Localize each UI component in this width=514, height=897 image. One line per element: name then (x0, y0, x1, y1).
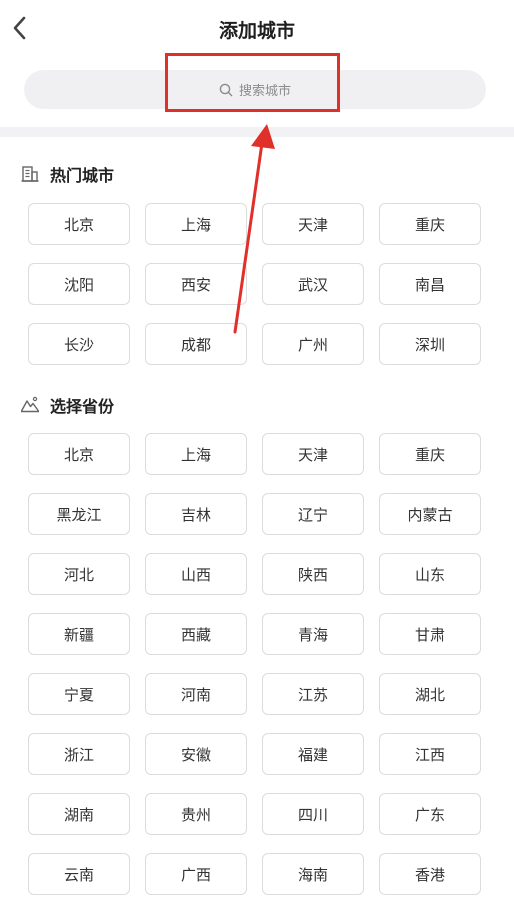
hot-city-chip[interactable]: 沈阳 (28, 263, 130, 305)
page-title: 添加城市 (218, 20, 295, 42)
building-icon (21, 166, 39, 182)
province-chip[interactable]: 湖北 (379, 673, 481, 715)
province-chip[interactable]: 山东 (379, 553, 481, 595)
province-chip[interactable]: 黑龙江 (28, 493, 130, 535)
hot-city-chip[interactable]: 上海 (145, 203, 247, 245)
province-chip[interactable]: 山西 (145, 553, 247, 595)
province-chip[interactable]: 宁夏 (28, 673, 130, 715)
province-chip[interactable]: 上海 (145, 433, 247, 475)
province-chip[interactable]: 福建 (262, 733, 364, 775)
hot-city-chip[interactable]: 深圳 (379, 323, 481, 365)
province-chip[interactable]: 广西 (145, 853, 247, 895)
hot-city-chip[interactable]: 广州 (262, 323, 364, 365)
province-chip[interactable]: 内蒙古 (379, 493, 481, 535)
province-chip[interactable]: 广东 (379, 793, 481, 835)
province-chip[interactable]: 吉林 (145, 493, 247, 535)
provinces-title: 选择省份 (50, 397, 115, 416)
hot-city-chip[interactable]: 西安 (145, 263, 247, 305)
provinces-header: 选择省份 (20, 393, 114, 417)
hot-city-chip[interactable]: 武汉 (262, 263, 364, 305)
province-chip[interactable]: 西藏 (145, 613, 247, 655)
province-chip[interactable]: 湖南 (28, 793, 130, 835)
province-chip[interactable]: 青海 (262, 613, 364, 655)
province-chip[interactable]: 江苏 (262, 673, 364, 715)
province-chip[interactable]: 河南 (145, 673, 247, 715)
hot-city-chip[interactable]: 天津 (262, 203, 364, 245)
hot-cities-title: 热门城市 (50, 166, 115, 185)
province-chip[interactable]: 四川 (262, 793, 364, 835)
section-divider (0, 127, 514, 137)
province-chip[interactable]: 海南 (262, 853, 364, 895)
search-bar[interactable]: 搜索城市 (24, 70, 486, 109)
province-chip[interactable]: 辽宁 (262, 493, 364, 535)
hot-city-chip[interactable]: 成都 (145, 323, 247, 365)
search-icon (219, 83, 233, 96)
hot-city-chip[interactable]: 北京 (28, 203, 130, 245)
province-chip[interactable]: 北京 (28, 433, 130, 475)
province-chip[interactable]: 天津 (262, 433, 364, 475)
hot-city-chip[interactable]: 长沙 (28, 323, 130, 365)
hot-cities-grid: 北京 上海 天津 重庆 沈阳 西安 武汉 南昌 长沙 成都 广州 深圳 (28, 203, 482, 365)
province-chip[interactable]: 云南 (28, 853, 130, 895)
hot-cities-header: 热门城市 (20, 162, 114, 186)
province-chip[interactable]: 新疆 (28, 613, 130, 655)
province-chip[interactable]: 安徽 (145, 733, 247, 775)
province-chip[interactable]: 贵州 (145, 793, 247, 835)
province-chip[interactable]: 甘肃 (379, 613, 481, 655)
province-chip[interactable]: 香港 (379, 853, 481, 895)
province-chip[interactable]: 陕西 (262, 553, 364, 595)
search-placeholder: 搜索城市 (238, 84, 291, 99)
hot-city-chip[interactable]: 重庆 (379, 203, 481, 245)
hot-city-chip[interactable]: 南昌 (379, 263, 481, 305)
header: 添加城市 (0, 0, 514, 60)
provinces-grid: 北京 上海 天津 重庆 黑龙江 吉林 辽宁 内蒙古 河北 山西 陕西 山东 新疆… (28, 433, 482, 895)
province-chip[interactable]: 重庆 (379, 433, 481, 475)
mountain-icon (20, 396, 40, 413)
province-chip[interactable]: 江西 (379, 733, 481, 775)
province-chip[interactable]: 河北 (28, 553, 130, 595)
province-chip[interactable]: 浙江 (28, 733, 130, 775)
